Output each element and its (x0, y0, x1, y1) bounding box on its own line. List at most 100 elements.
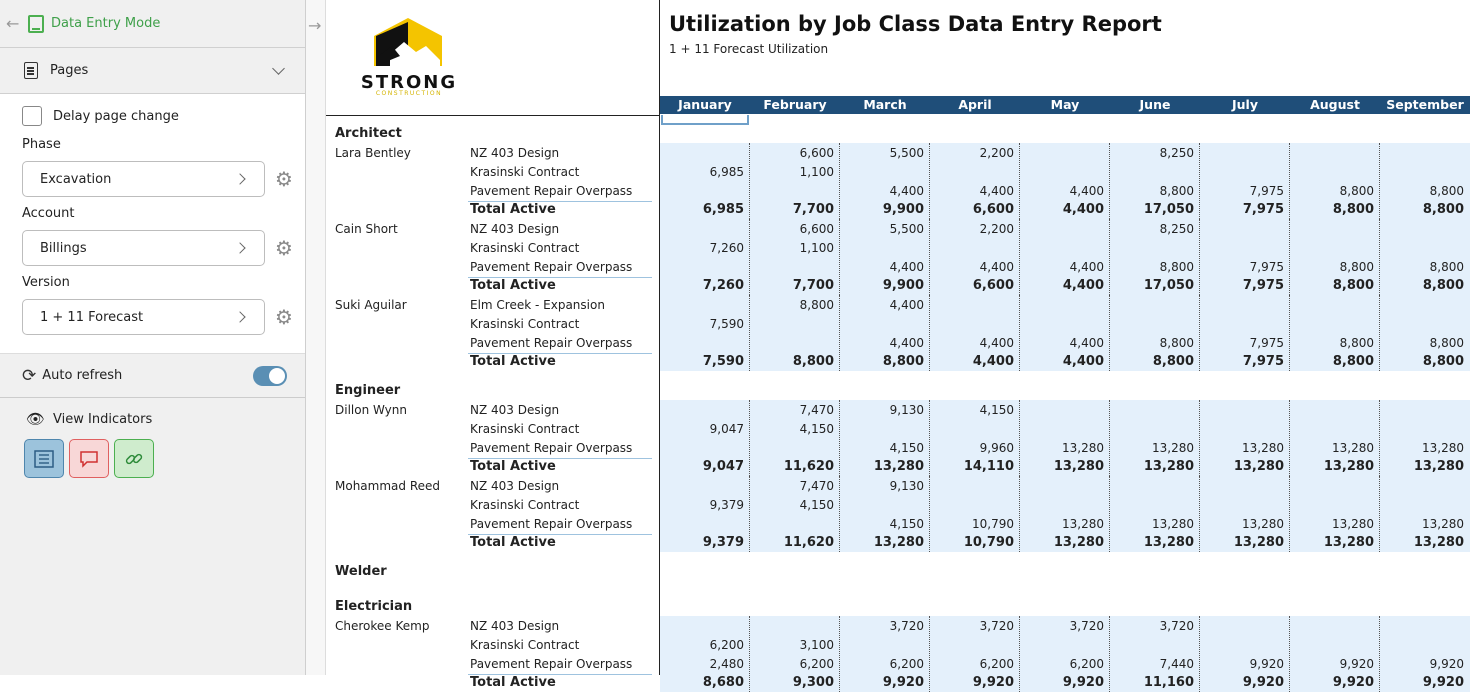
value-cell[interactable]: 4,400 (1020, 260, 1104, 274)
value-cell[interactable]: 8,800 (750, 298, 834, 312)
employee-name: Mohammad Reed (335, 479, 440, 493)
gear-icon[interactable]: ⚙ (275, 238, 293, 258)
value-cell[interactable]: 8,800 (1110, 184, 1194, 198)
value-cell[interactable]: 9,920 (1290, 657, 1374, 671)
value-cell[interactable]: 4,150 (840, 441, 924, 455)
value-cell[interactable]: 7,440 (1110, 657, 1194, 671)
account-selector[interactable]: Billings (22, 230, 265, 266)
value-cell[interactable]: 6,200 (930, 657, 1014, 671)
value-cell[interactable]: 5,500 (840, 222, 924, 236)
value-cell[interactable]: 9,130 (840, 403, 924, 417)
value-cell[interactable]: 3,100 (750, 638, 834, 652)
link-indicator-button[interactable] (114, 439, 154, 478)
value-cell[interactable]: 3,720 (930, 619, 1014, 633)
phase-selector[interactable]: Excavation (22, 161, 265, 197)
value-cell[interactable]: 8,800 (1290, 336, 1374, 350)
value-cell[interactable]: 9,130 (840, 479, 924, 493)
value-cell[interactable]: 7,975 (1200, 184, 1284, 198)
pages-dropdown[interactable]: Pages (0, 48, 305, 94)
value-cell[interactable]: 9,920 (1380, 657, 1464, 671)
value-cell[interactable]: 4,150 (750, 422, 834, 436)
value-cell[interactable]: 4,400 (840, 184, 924, 198)
total-cell: 13,280 (1143, 535, 1194, 550)
version-selector[interactable]: 1 + 11 Forecast (22, 299, 265, 335)
value-cell[interactable]: 6,200 (1020, 657, 1104, 671)
value-cell[interactable]: 8,250 (1110, 146, 1194, 160)
value-cell[interactable]: 6,985 (660, 165, 744, 179)
value-cell[interactable]: 8,800 (1290, 260, 1374, 274)
value-cell[interactable]: 8,800 (1290, 184, 1374, 198)
collapse-strip[interactable]: → (306, 0, 326, 675)
value-cell[interactable]: 13,280 (1200, 517, 1284, 531)
value-cell[interactable]: 8,250 (1110, 222, 1194, 236)
value-cell[interactable]: 9,379 (660, 498, 744, 512)
value-cell[interactable]: 8,800 (1380, 184, 1464, 198)
value-cell[interactable]: 2,480 (660, 657, 744, 671)
value-cell[interactable]: 7,260 (660, 241, 744, 255)
gear-icon[interactable]: ⚙ (275, 169, 293, 189)
delay-page-change-checkbox[interactable] (22, 106, 42, 126)
value-cell[interactable]: 8,800 (1110, 336, 1194, 350)
data-entry-mode-label[interactable]: Data Entry Mode (51, 16, 160, 31)
value-cell[interactable]: 6,200 (750, 657, 834, 671)
comment-indicator-button[interactable] (69, 439, 109, 478)
document-indicator-button[interactable] (24, 439, 64, 478)
value-cell[interactable]: 6,200 (660, 638, 744, 652)
value-cell[interactable]: 2,200 (930, 222, 1014, 236)
value-cell[interactable]: 1,100 (750, 165, 834, 179)
value-cell[interactable]: 4,400 (1020, 184, 1104, 198)
value-cell[interactable]: 3,720 (1020, 619, 1104, 633)
value-cell[interactable]: 9,920 (1200, 657, 1284, 671)
value-cell[interactable]: 10,790 (930, 517, 1014, 531)
value-cell[interactable]: 4,150 (750, 498, 834, 512)
value-cell[interactable]: 7,470 (750, 403, 834, 417)
value-cell[interactable]: 8,800 (1380, 336, 1464, 350)
value-cell[interactable]: 7,590 (660, 317, 744, 331)
value-cell[interactable]: 4,150 (840, 517, 924, 531)
value-cell[interactable]: 7,975 (1200, 260, 1284, 274)
value-cell[interactable]: 13,280 (1290, 517, 1374, 531)
value-cell[interactable]: 1,100 (750, 241, 834, 255)
value-cell[interactable]: 9,960 (930, 441, 1014, 455)
value-cell[interactable]: 8,800 (1380, 260, 1464, 274)
value-cell[interactable]: 4,400 (930, 336, 1014, 350)
value-cell[interactable]: 7,975 (1200, 336, 1284, 350)
total-cell: 9,900 (882, 278, 924, 293)
value-cell[interactable]: 5,500 (840, 146, 924, 160)
value-cell[interactable]: 13,280 (1020, 441, 1104, 455)
delay-page-change-row[interactable]: Delay page change (22, 104, 305, 128)
value-cell[interactable]: 4,400 (930, 260, 1014, 274)
gear-icon[interactable]: ⚙ (275, 307, 293, 327)
value-cell[interactable]: 13,280 (1020, 517, 1104, 531)
value-cell[interactable]: 13,280 (1380, 441, 1464, 455)
value-cell[interactable]: 3,720 (840, 619, 924, 633)
value-cell[interactable]: 9,047 (660, 422, 744, 436)
value-cell[interactable]: 4,400 (930, 184, 1014, 198)
total-active-label: Total Active (470, 675, 556, 690)
chevron-down-icon[interactable] (272, 61, 285, 75)
month-header: January February March April May June July Augu… (660, 96, 1470, 114)
value-cell[interactable]: 4,400 (840, 298, 924, 312)
value-cell[interactable]: 4,400 (840, 336, 924, 350)
value-cell[interactable]: 6,600 (750, 222, 834, 236)
value-cell[interactable]: 6,200 (840, 657, 924, 671)
cell-cursor[interactable] (661, 115, 749, 125)
value-cell[interactable]: 4,400 (1020, 336, 1104, 350)
value-cell[interactable]: 8,800 (1110, 260, 1194, 274)
value-cell[interactable]: 13,280 (1110, 441, 1194, 455)
value-cell[interactable]: 2,200 (930, 146, 1014, 160)
arrow-left-icon[interactable]: ← (6, 14, 24, 33)
value-cell[interactable]: 6,600 (750, 146, 834, 160)
value-cell[interactable]: 4,400 (840, 260, 924, 274)
value-cell[interactable]: 13,280 (1290, 441, 1374, 455)
value-cell[interactable]: 4,150 (930, 403, 1014, 417)
auto-refresh-toggle[interactable] (253, 365, 287, 386)
version-label: Version (22, 275, 70, 290)
value-cell[interactable]: 13,280 (1200, 441, 1284, 455)
value-cell[interactable]: 3,720 (1110, 619, 1194, 633)
value-cell[interactable]: 7,470 (750, 479, 834, 493)
value-cell[interactable]: 13,280 (1110, 517, 1194, 531)
value-cell[interactable]: 13,280 (1380, 517, 1464, 531)
arrow-right-icon[interactable]: → (308, 16, 321, 35)
total-cell: 13,280 (873, 535, 924, 550)
